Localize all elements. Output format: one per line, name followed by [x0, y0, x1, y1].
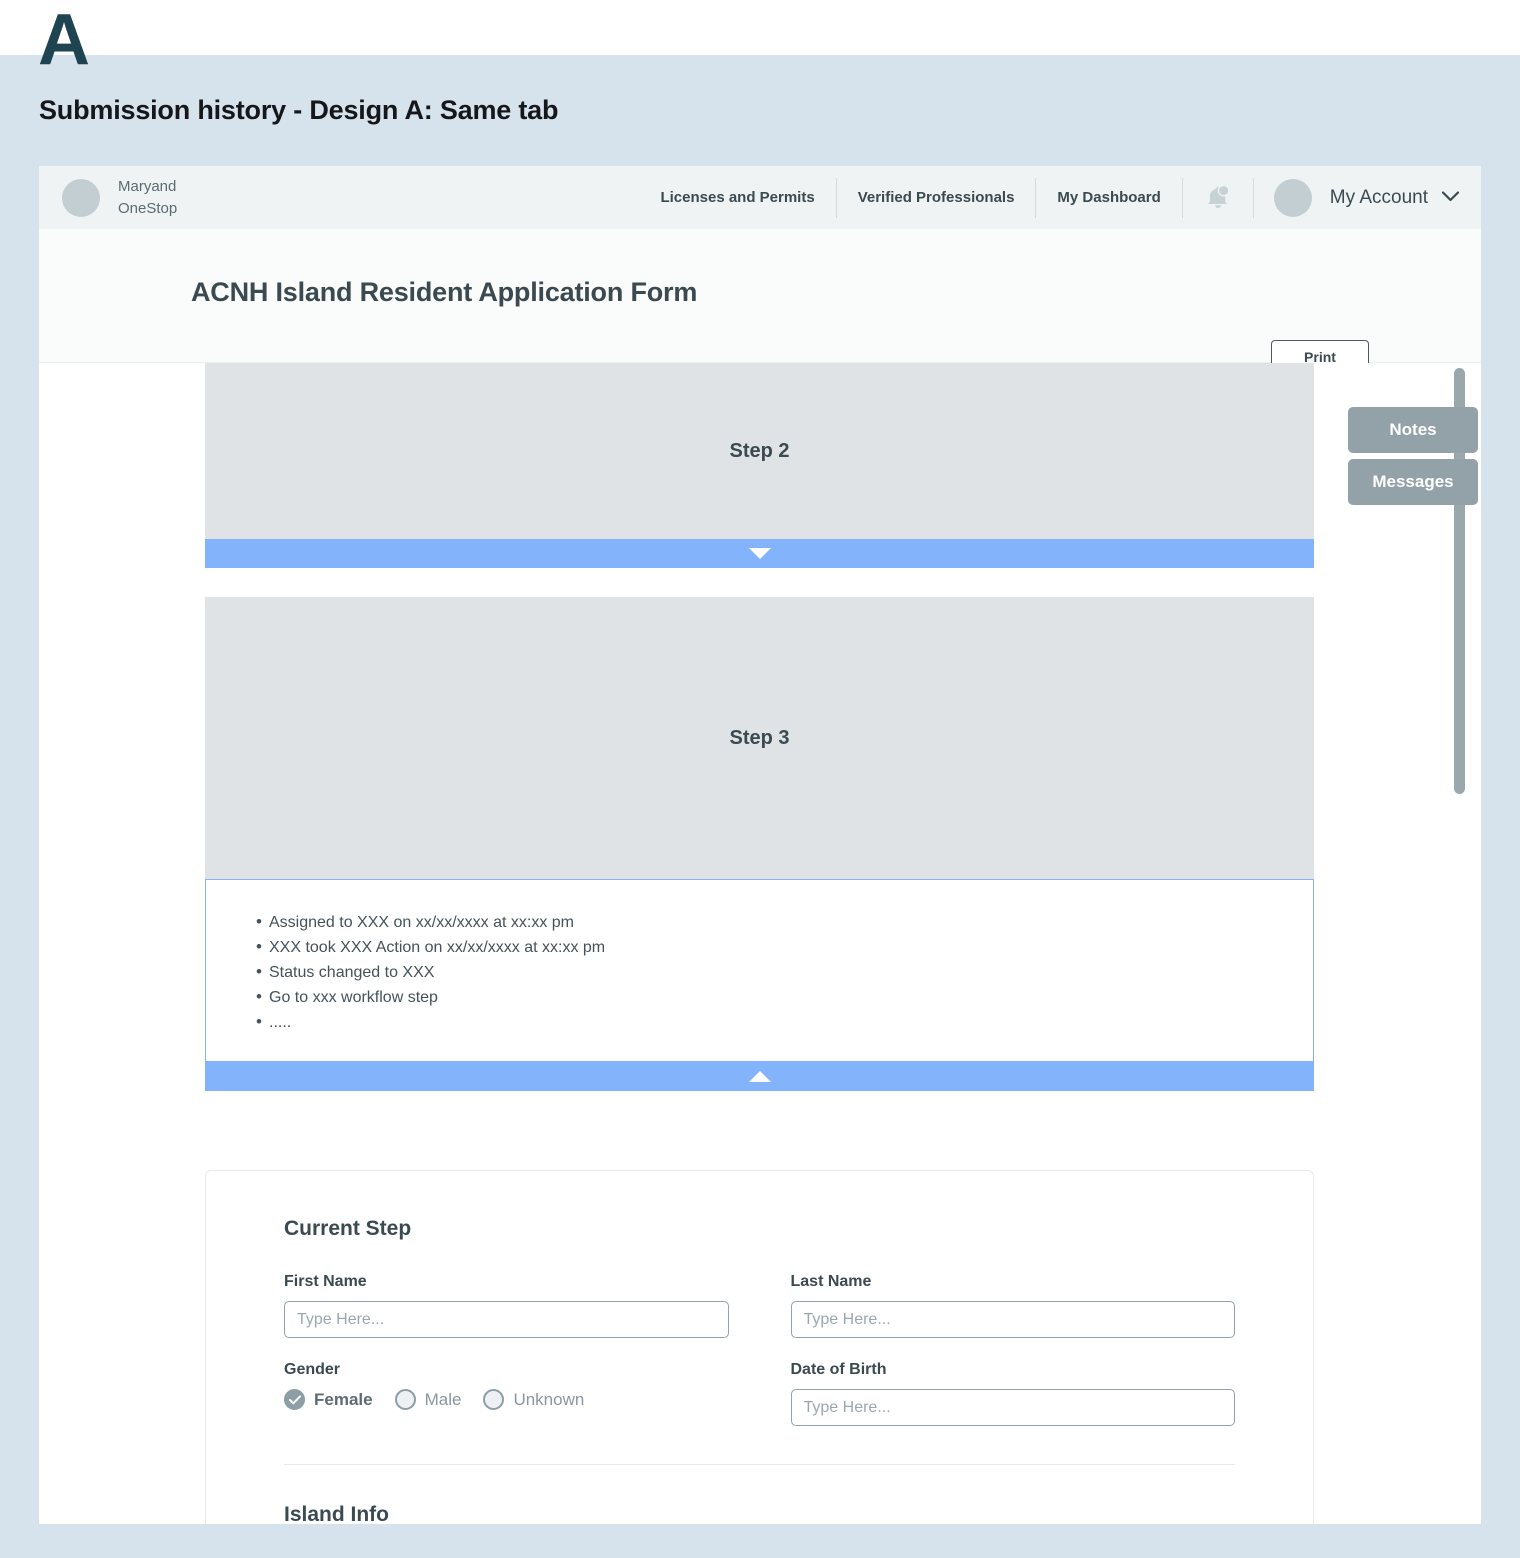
- gender-option-male[interactable]: Male: [395, 1389, 462, 1410]
- submission-history-list: Assigned to XXX on xx/xx/xxxx at xx:xx p…: [206, 910, 1313, 1035]
- first-name-field-group: First Name: [284, 1273, 729, 1338]
- step-2-label: Step 2: [729, 440, 789, 463]
- list-item: Status changed to XXX: [206, 960, 1313, 985]
- first-name-input[interactable]: [284, 1301, 729, 1338]
- side-tab-messages[interactable]: Messages: [1348, 459, 1478, 505]
- nav-item-licenses-and-permits[interactable]: Licenses and Permits: [639, 178, 835, 218]
- submission-history-box: Assigned to XXX on xx/xx/xxxx at xx:xx p…: [205, 879, 1314, 1062]
- notifications-button[interactable]: [1183, 184, 1253, 212]
- nav-item-my-dashboard[interactable]: My Dashboard: [1036, 178, 1181, 218]
- date-of-birth-field-group: Date of Birth: [791, 1361, 1236, 1426]
- my-account-menu[interactable]: My Account: [1254, 179, 1481, 217]
- radio-unchecked-icon: [395, 1389, 416, 1410]
- radio-checked-icon: [284, 1389, 305, 1410]
- step-3-label: Step 3: [729, 727, 789, 750]
- radio-unchecked-icon: [483, 1389, 504, 1410]
- current-step-card: Current Step First Name Last Name Gender: [205, 1170, 1314, 1524]
- step-3-collapse-toggle[interactable]: [205, 1062, 1314, 1091]
- step-3-panel: Step 3: [205, 597, 1314, 879]
- date-of-birth-input[interactable]: [791, 1389, 1236, 1426]
- last-name-input[interactable]: [791, 1301, 1236, 1338]
- design-variant-logo: A: [38, 2, 89, 78]
- page-title: Submission history - Design A: Same tab: [39, 95, 558, 126]
- top-navigation-bar: Maryand OneStop Licenses and Permits Ver…: [39, 166, 1481, 229]
- brand-name: Maryand OneStop: [118, 176, 177, 220]
- bell-icon: [1205, 184, 1231, 212]
- section-divider: [284, 1464, 1235, 1465]
- current-step-heading: Current Step: [284, 1217, 1235, 1241]
- list-item: Go to xxx workflow step: [206, 985, 1313, 1010]
- gender-field-group: Gender Female Male: [284, 1361, 729, 1426]
- step-2-expand-toggle[interactable]: [205, 539, 1314, 568]
- gender-option-female-label: Female: [314, 1390, 373, 1410]
- nav-links-group: Licenses and Permits Verified Profession…: [639, 166, 1481, 229]
- brand-avatar-icon: [62, 179, 100, 217]
- avatar: [1274, 179, 1312, 217]
- form-content-column: Step 2 Step 3 Assigned to XXX on xx/xx/x…: [205, 363, 1314, 1524]
- list-item: .....: [206, 1010, 1313, 1035]
- nav-item-verified-professionals[interactable]: Verified Professionals: [837, 178, 1036, 218]
- top-white-strip: [0, 0, 1520, 55]
- last-name-field-group: Last Name: [791, 1273, 1236, 1338]
- chevron-down-icon: [1442, 189, 1459, 207]
- my-account-label: My Account: [1330, 187, 1428, 209]
- form-title: ACNH Island Resident Application Form: [191, 277, 697, 308]
- gender-option-unknown-label: Unknown: [513, 1390, 584, 1410]
- chevron-down-icon: [749, 548, 771, 559]
- form-header-band: ACNH Island Resident Application Form Pr…: [39, 229, 1481, 363]
- brand-logo[interactable]: Maryand OneStop: [62, 176, 177, 220]
- gender-radio-group: Female Male Unknown: [284, 1389, 729, 1410]
- name-field-row: First Name Last Name: [284, 1273, 1235, 1338]
- brand-name-line1: Maryand: [118, 176, 177, 198]
- chevron-up-icon: [749, 1071, 771, 1082]
- step-2-panel: Step 2: [205, 363, 1314, 539]
- application-frame: Maryand OneStop Licenses and Permits Ver…: [39, 166, 1481, 1524]
- gender-dob-field-row: Gender Female Male: [284, 1361, 1235, 1426]
- vertical-scrollbar[interactable]: [1454, 368, 1465, 1508]
- list-item: XXX took XXX Action on xx/xx/xxxx at xx:…: [206, 935, 1313, 960]
- side-tab-notes[interactable]: Notes: [1348, 407, 1478, 453]
- date-of-birth-label: Date of Birth: [791, 1361, 1236, 1379]
- last-name-label: Last Name: [791, 1273, 1236, 1291]
- gender-option-female[interactable]: Female: [284, 1389, 373, 1410]
- list-item: Assigned to XXX on xx/xx/xxxx at xx:xx p…: [206, 910, 1313, 935]
- island-info-heading: Island Info: [284, 1503, 1235, 1524]
- side-tabs-group: Notes Messages: [1348, 407, 1478, 511]
- gender-option-unknown[interactable]: Unknown: [483, 1389, 584, 1410]
- first-name-label: First Name: [284, 1273, 729, 1291]
- form-scroll-area[interactable]: Step 2 Step 3 Assigned to XXX on xx/xx/x…: [39, 363, 1481, 1524]
- brand-name-line2: OneStop: [118, 198, 177, 220]
- gender-label: Gender: [284, 1361, 729, 1379]
- gender-option-male-label: Male: [425, 1390, 462, 1410]
